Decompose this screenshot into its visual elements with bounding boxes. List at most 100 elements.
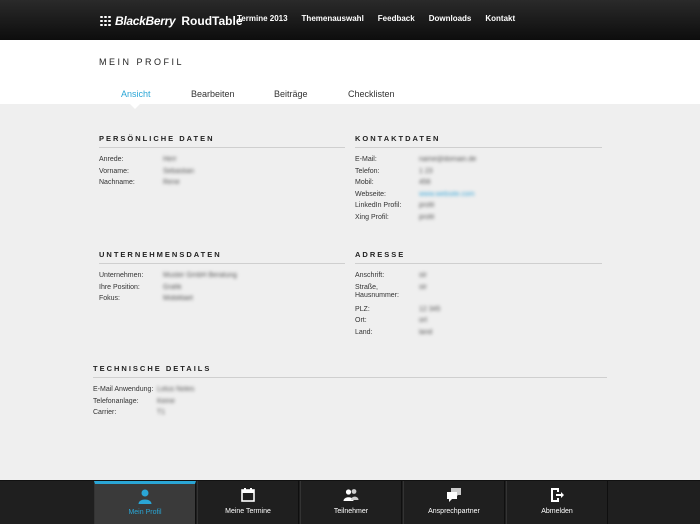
- field-row: Xing Profil: profil: [355, 214, 602, 226]
- bottom-nav-meine-termine[interactable]: Meine Termine: [197, 481, 299, 524]
- section-title: UNTERNEHMENSDATEN: [99, 250, 345, 264]
- main-nav: Termine 2013 Themenauswahl Feedback Down…: [237, 14, 515, 23]
- section-title: ADRESSE: [355, 250, 602, 264]
- active-tab-indicator: [130, 104, 140, 109]
- brand-subtitle: RoudTable: [181, 14, 243, 28]
- field-row: PLZ: 12 345: [355, 306, 602, 318]
- bottom-nav-ansprechpartner[interactable]: Ansprechpartner: [403, 481, 505, 524]
- bottom-nav-label: Mein Profil: [128, 509, 162, 516]
- field-row: Carrier: T1: [93, 409, 607, 421]
- nav-link-themenauswahl[interactable]: Themenauswahl: [302, 14, 364, 23]
- field-row: Ort: ort: [355, 317, 602, 329]
- nav-link-termine[interactable]: Termine 2013: [237, 14, 288, 23]
- field-value: Rene: [163, 179, 180, 187]
- section-title: PERSÖNLICHE DATEN: [99, 134, 345, 148]
- field-row: Straße, Hausnummer: str: [355, 284, 602, 306]
- page-title: MEIN PROFIL: [99, 57, 185, 67]
- field-label: Carrier:: [93, 409, 117, 417]
- field-row: Nachname: Rene: [99, 179, 345, 191]
- field-row: Anrede: Herr: [99, 156, 345, 168]
- top-navigation-bar: BlackBerry RoudTable Termine 2013 Themen…: [0, 0, 700, 40]
- field-label: Straße, Hausnummer:: [355, 283, 399, 299]
- field-label: LinkedIn Profil:: [355, 202, 402, 210]
- field-row: Ihre Position: Grafik: [99, 284, 345, 296]
- section-technical-details: TECHNISCHE DETAILS E-Mail Anwendung: Lotu…: [93, 364, 607, 421]
- profile-tabs: Ansicht Bearbeiten Beiträge Checklisten: [0, 89, 700, 101]
- field-row: Unternehmen: Muster GmbH Beratung: [99, 272, 345, 284]
- field-label: Mobil:: [355, 179, 374, 187]
- bottom-nav-mein-profil[interactable]: Mein Profil: [94, 481, 196, 524]
- field-label: PLZ:: [355, 305, 370, 313]
- page-header: MEIN PROFIL Ansicht Bearbeiten Beiträge …: [0, 40, 700, 104]
- brand-name: BlackBerry: [115, 14, 176, 28]
- field-value: Sebastian: [163, 167, 195, 175]
- field-label: Unternehmen:: [99, 272, 144, 279]
- bottom-nav-label: Abmelden: [541, 508, 573, 515]
- tab-bearbeiten[interactable]: Bearbeiten: [191, 89, 235, 99]
- field-row: Anschrift: str: [355, 272, 602, 284]
- field-value: str: [419, 272, 427, 279]
- field-label: Xing Profil:: [355, 213, 389, 221]
- section-personal-data: PERSÖNLICHE DATEN Anrede: Herr Vorname: Se…: [99, 134, 345, 191]
- brand-logo[interactable]: BlackBerry RoudTable: [100, 14, 243, 28]
- field-label: E-Mail Anwendung:: [93, 386, 154, 393]
- field-value: profil: [419, 202, 435, 210]
- field-value: Mobilitaet: [163, 295, 193, 303]
- field-row: E-Mail Anwendung: Lotus Notes: [93, 386, 607, 398]
- nav-link-downloads[interactable]: Downloads: [429, 14, 472, 23]
- field-row: Telefonanlage: Keine: [93, 398, 607, 410]
- field-value: profil: [419, 213, 435, 221]
- nav-link-feedback[interactable]: Feedback: [378, 14, 415, 23]
- blackberry-logo-icon: [100, 15, 112, 27]
- field-label: Fokus:: [99, 295, 121, 303]
- website-link[interactable]: www.website.com: [419, 191, 475, 199]
- field-value: T1: [157, 409, 166, 417]
- field-value: Lotus Notes: [157, 386, 195, 393]
- section-company-data: UNTERNEHMENSDATEN Unternehmen: Muster Gmb…: [99, 250, 345, 307]
- field-label: Webseite:: [355, 190, 386, 198]
- field-label: Land:: [355, 328, 373, 336]
- field-value: 1 23: [419, 167, 433, 175]
- field-row: Vorname: Sebastian: [99, 168, 345, 180]
- field-label: Ihre Position:: [99, 283, 140, 291]
- chat-icon: [447, 488, 461, 502]
- bottom-nav-abmelden[interactable]: Abmelden: [506, 481, 608, 524]
- field-value: name@domain.de: [419, 156, 477, 163]
- field-row: Webseite: www.website.com: [355, 191, 602, 203]
- tab-beitraege[interactable]: Beiträge: [274, 89, 308, 99]
- field-label: Ort:: [355, 317, 367, 325]
- tab-ansicht[interactable]: Ansicht: [121, 89, 151, 99]
- field-value: 12 345: [419, 305, 441, 313]
- bottom-nav-teilnehmer[interactable]: Teilnehmer: [300, 481, 402, 524]
- bottom-nav-label: Ansprechpartner: [428, 508, 480, 515]
- nav-link-kontakt[interactable]: Kontakt: [485, 14, 515, 23]
- bottom-navigation-bar: Mein Profil Meine Termine Teilnehmer Ans…: [0, 480, 700, 524]
- section-title: TECHNISCHE DETAILS: [93, 364, 607, 378]
- field-label: Anrede:: [99, 156, 124, 163]
- field-label: Vorname:: [99, 167, 129, 175]
- field-value: 456: [419, 179, 431, 187]
- field-row: Land: land: [355, 329, 602, 341]
- field-value: str: [419, 283, 427, 291]
- field-label: Telefonanlage:: [93, 397, 139, 405]
- tab-checklisten[interactable]: Checklisten: [348, 89, 395, 99]
- field-row: Telefon: 1 23: [355, 168, 602, 180]
- field-row: Fokus: Mobilitaet: [99, 295, 345, 307]
- field-value: Keine: [157, 397, 175, 405]
- field-value: Herr: [163, 156, 177, 163]
- field-row: LinkedIn Profil: profil: [355, 202, 602, 214]
- field-row: Mobil: 456: [355, 179, 602, 191]
- user-icon: [138, 489, 152, 504]
- bottom-nav-label: Teilnehmer: [333, 508, 369, 515]
- logout-icon: [551, 488, 564, 502]
- field-value: land: [419, 328, 433, 336]
- field-label: Anschrift:: [355, 272, 385, 279]
- field-value: Muster GmbH Beratung: [163, 272, 237, 279]
- field-row: E-Mail: name@domain.de: [355, 156, 602, 168]
- section-contact-data: KONTAKTDATEN E-Mail: name@domain.de Telef…: [355, 134, 602, 226]
- field-value: ort: [419, 317, 428, 325]
- calendar-icon: [241, 488, 255, 502]
- field-label: E-Mail:: [355, 156, 377, 163]
- field-label: Telefon:: [355, 167, 380, 175]
- section-title: KONTAKTDATEN: [355, 134, 602, 148]
